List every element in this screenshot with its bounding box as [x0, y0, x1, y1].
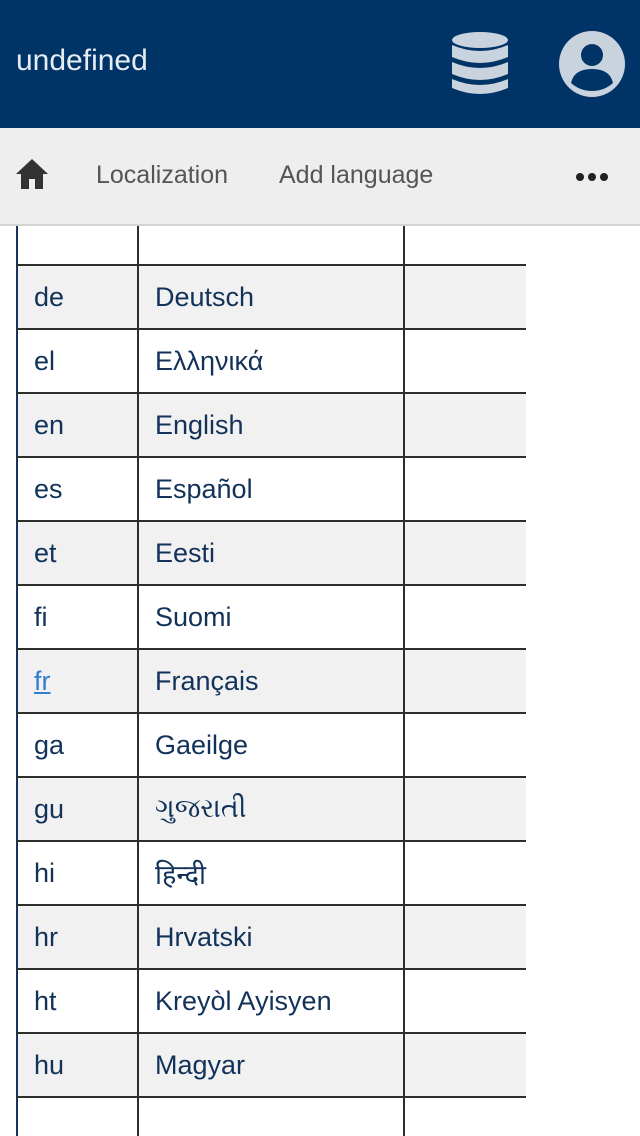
language-action-cell [403, 264, 526, 330]
language-name-cell: Français [137, 648, 405, 714]
table-row: fr Français [16, 648, 526, 714]
language-action-cell [403, 456, 526, 522]
language-code-cell [16, 1096, 139, 1136]
app-header: undefined [0, 0, 640, 128]
language-action-cell [403, 1096, 526, 1136]
table-row: ht Kreyòl Ayisyen [16, 968, 526, 1034]
language-code-cell: el [16, 328, 139, 394]
language-code-cell: hi [16, 840, 139, 906]
table-row: hu Magyar [16, 1032, 526, 1098]
language-name-cell: Ελληνικά [137, 328, 405, 394]
more-horizontal-icon[interactable] [572, 165, 612, 189]
language-name-cell: Español [137, 456, 405, 522]
language-name-cell: Kreyòl Ayisyen [137, 968, 405, 1034]
language-code-cell: fi [16, 584, 139, 650]
language-name-cell: ગુજરાતી [137, 776, 405, 842]
language-action-cell [403, 968, 526, 1034]
language-name-cell: English [137, 392, 405, 458]
language-code-cell: de [16, 264, 139, 330]
home-icon[interactable] [14, 156, 50, 192]
language-name-cell [137, 226, 405, 266]
language-action-cell [403, 904, 526, 970]
language-action-cell [403, 584, 526, 650]
language-code-cell: es [16, 456, 139, 522]
language-action-cell [403, 1032, 526, 1098]
table-row: et Eesti [16, 520, 526, 586]
language-action-cell [403, 712, 526, 778]
language-code-cell: gu [16, 776, 139, 842]
table-row: de Deutsch [16, 264, 526, 330]
table-row: hi हिन्दी [16, 840, 526, 906]
language-action-cell [403, 392, 526, 458]
language-action-cell [403, 520, 526, 586]
language-name-cell: Eesti [137, 520, 405, 586]
language-action-cell [403, 840, 526, 906]
language-action-cell [403, 328, 526, 394]
breadcrumb-bar: Localization Add language [0, 128, 640, 226]
table-row [16, 226, 526, 266]
language-action-cell [403, 226, 526, 266]
table-row: ga Gaeilge [16, 712, 526, 778]
language-action-cell [403, 776, 526, 842]
database-icon[interactable] [450, 31, 510, 97]
language-code-cell: en [16, 392, 139, 458]
language-name-cell: Magyar [137, 1032, 405, 1098]
language-table: de Deutsch el Ελληνικά en English es Español et E… [16, 226, 526, 1136]
table-row: en English [16, 392, 526, 458]
app-title: undefined [16, 44, 148, 77]
table-row [16, 1096, 526, 1136]
nav-add-language-link[interactable]: Add language [279, 158, 433, 192]
language-code-cell: ga [16, 712, 139, 778]
language-name-cell: Gaeilge [137, 712, 405, 778]
language-code-cell: fr [16, 648, 139, 714]
table-row: es Español [16, 456, 526, 522]
language-name-cell [137, 1096, 405, 1136]
language-code-cell: et [16, 520, 139, 586]
table-row: gu ગુજરાતી [16, 776, 526, 842]
language-table-container: de Deutsch el Ελληνικά en English es Español et E… [16, 226, 526, 1136]
language-code-cell: ht [16, 968, 139, 1034]
table-row: el Ελληνικά [16, 328, 526, 394]
nav-localization-link[interactable]: Localization [96, 158, 228, 192]
language-code-cell: hu [16, 1032, 139, 1098]
table-row: fi Suomi [16, 584, 526, 650]
language-name-cell: Deutsch [137, 264, 405, 330]
language-code-cell [16, 226, 139, 266]
language-name-cell: Hrvatski [137, 904, 405, 970]
table-row: hr Hrvatski [16, 904, 526, 970]
account-circle-icon[interactable] [558, 30, 626, 98]
language-code-cell: hr [16, 904, 139, 970]
language-action-cell [403, 648, 526, 714]
language-code-link[interactable]: fr [34, 666, 51, 696]
language-name-cell: Suomi [137, 584, 405, 650]
language-name-cell: हिन्दी [137, 840, 405, 906]
